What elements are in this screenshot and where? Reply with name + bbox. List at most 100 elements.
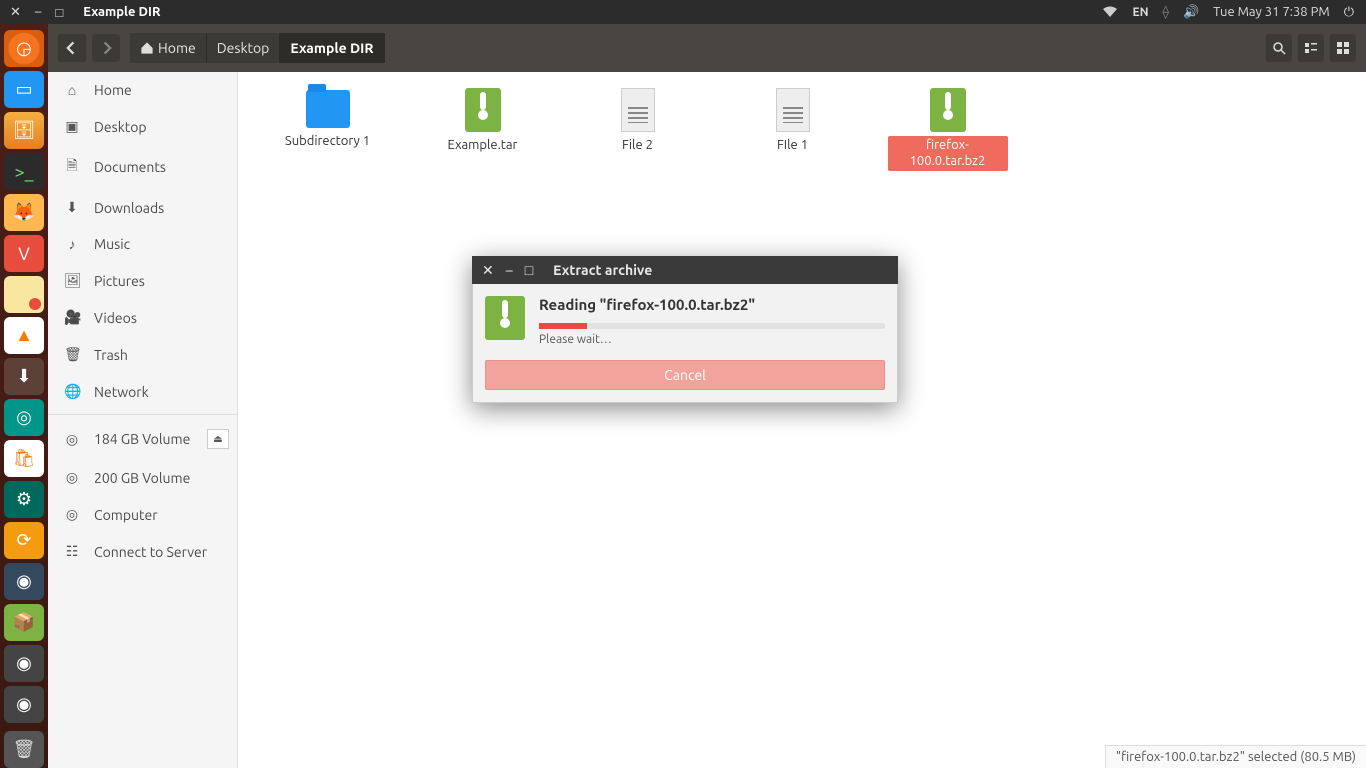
sidebar-item-label: Downloads <box>94 200 164 216</box>
launcher-terminal-icon[interactable]: >_ <box>4 153 44 190</box>
home-icon <box>140 41 154 55</box>
sidebar-item-music[interactable]: ♪Music <box>48 226 237 262</box>
text-file-icon <box>621 88 655 132</box>
network-icon: 🌐 <box>64 383 80 400</box>
launcher-media-icon[interactable]: ◉ <box>4 563 44 600</box>
list-view-button[interactable] <box>1298 34 1324 62</box>
sidebar: ⌂ Home ▣Desktop 🗎 Documents ⬇ Downloads ♪Mu… <box>48 72 238 768</box>
minimize-icon[interactable]: – <box>35 5 41 20</box>
videos-icon: 🎥 <box>64 309 80 326</box>
breadcrumb-current-label: Example DIR <box>290 40 373 56</box>
file-label: firefox-100.0.tar.bz2 <box>888 136 1008 171</box>
dialog-minimize-icon[interactable]: – <box>506 262 513 278</box>
breadcrumb-desktop-label: Desktop <box>217 40 270 56</box>
breadcrumb: Home Desktop Example DIR <box>130 33 385 63</box>
disk-icon: ◎ <box>64 431 80 448</box>
dialog-title: Extract archive <box>553 262 652 278</box>
power-icon[interactable]: ⏻ <box>1344 5 1354 20</box>
sidebar-item-label: 184 GB Volume <box>94 431 190 447</box>
file-content-area[interactable]: Subdirectory 1 Example.tar File 2 FIle 1… <box>238 72 1366 768</box>
launcher-files-icon[interactable]: 🗄 <box>4 112 44 149</box>
sidebar-item-label: Documents <box>94 159 166 175</box>
folder-icon <box>306 90 350 128</box>
launcher-shutter-icon[interactable]: ◎ <box>4 399 44 436</box>
sidebar-item-network[interactable]: 🌐Network <box>48 373 237 410</box>
launcher-software-icon[interactable]: 🛍 <box>4 440 44 477</box>
sound-icon[interactable]: 🔊 <box>1183 5 1199 20</box>
dialog-wait-text: Please wait… <box>539 333 885 346</box>
documents-icon: 🗎 <box>64 155 80 179</box>
launcher-archive-icon[interactable]: 📦 <box>4 604 44 641</box>
launcher-trash-icon[interactable]: 🗑 <box>4 731 44 768</box>
file-item-text[interactable]: FIle 1 <box>715 84 870 175</box>
launcher-firefox-icon[interactable]: 🦊 <box>4 194 44 231</box>
file-label: FIle 1 <box>773 136 812 156</box>
dialog-close-icon[interactable]: ✕ <box>482 262 494 279</box>
text-file-icon <box>776 88 810 132</box>
sidebar-item-downloads[interactable]: ⬇ Downloads <box>48 189 237 226</box>
launcher-vlc-icon[interactable]: ▲ <box>4 317 44 354</box>
launcher-download-icon[interactable]: ⬇ <box>4 358 44 395</box>
sidebar-item-desktop[interactable]: ▣Desktop <box>48 108 237 145</box>
archive-icon <box>930 88 966 132</box>
launcher-disk2-icon[interactable]: ◉ <box>4 686 44 723</box>
file-item-text[interactable]: File 2 <box>560 84 715 175</box>
computer-icon: ◎ <box>64 506 80 523</box>
file-item-archive-selected[interactable]: firefox-100.0.tar.bz2 <box>870 84 1025 175</box>
maximize-icon[interactable]: □ <box>55 5 63 20</box>
window-title: Example DIR <box>83 5 160 19</box>
back-button[interactable] <box>58 34 86 62</box>
breadcrumb-home-label: Home <box>158 40 196 56</box>
sidebar-item-computer[interactable]: ◎ Computer <box>48 496 237 533</box>
forward-button[interactable] <box>92 34 120 62</box>
bluetooth-icon[interactable]: ⟠ <box>1163 5 1169 20</box>
launcher-notes-icon[interactable] <box>4 276 44 313</box>
wifi-icon[interactable] <box>1102 6 1118 18</box>
launcher-settings-icon[interactable]: ⚙ <box>4 481 44 518</box>
file-item-archive[interactable]: Example.tar <box>405 84 560 175</box>
launcher-vivaldi-icon[interactable]: V <box>4 235 44 272</box>
sidebar-item-volume-200[interactable]: ◎200 GB Volume <box>48 459 237 496</box>
sidebar-separator <box>48 414 237 415</box>
launcher-disk1-icon[interactable]: ◉ <box>4 645 44 682</box>
file-item-folder[interactable]: Subdirectory 1 <box>250 84 405 175</box>
launcher-ubuntu-icon[interactable]: ◶ <box>4 30 44 67</box>
sidebar-item-documents[interactable]: 🗎 Documents <box>48 145 237 189</box>
sidebar-item-pictures[interactable]: 🖼Pictures <box>48 262 237 299</box>
clock[interactable]: Tue May 31 7:38 PM <box>1213 5 1330 19</box>
dialog-heading: Reading "firefox-100.0.tar.bz2" <box>539 296 885 313</box>
breadcrumb-current[interactable]: Example DIR <box>280 33 384 63</box>
extract-dialog: ✕ – □ Extract archive Reading "firefox-1… <box>472 256 898 403</box>
sidebar-item-label: Computer <box>94 507 158 523</box>
sidebar-item-volume-184[interactable]: ◎ 184 GB Volume ⏏ <box>48 419 237 459</box>
status-bar: "firefox-100.0.tar.bz2" selected (80.5 M… <box>1105 745 1366 768</box>
sidebar-item-connect-server[interactable]: ☷Connect to Server <box>48 533 237 570</box>
sidebar-item-home[interactable]: ⌂ Home <box>48 72 237 108</box>
sidebar-item-label: Trash <box>94 347 128 363</box>
sidebar-item-label: Home <box>94 82 132 98</box>
home-icon: ⌂ <box>64 82 80 98</box>
sidebar-item-label: Music <box>94 236 130 252</box>
grid-view-button[interactable] <box>1330 34 1356 62</box>
server-icon: ☷ <box>64 543 80 560</box>
sidebar-item-videos[interactable]: 🎥 Videos <box>48 299 237 336</box>
status-text: "firefox-100.0.tar.bz2" selected (80.5 M… <box>1116 750 1356 764</box>
breadcrumb-desktop[interactable]: Desktop <box>207 33 281 63</box>
file-label: Subdirectory 1 <box>281 132 374 152</box>
progress-bar <box>539 323 885 329</box>
sidebar-item-label: 200 GB Volume <box>94 470 190 486</box>
sidebar-item-label: Videos <box>94 310 137 326</box>
sidebar-item-trash[interactable]: 🗑Trash <box>48 336 237 373</box>
downloads-icon: ⬇ <box>64 199 80 216</box>
breadcrumb-home[interactable]: Home <box>130 33 207 63</box>
search-button[interactable] <box>1266 34 1292 62</box>
dialog-maximize-icon[interactable]: □ <box>525 262 533 278</box>
eject-button[interactable]: ⏏ <box>207 429 229 449</box>
launcher-app-icon[interactable]: ▭ <box>4 71 44 108</box>
cancel-button[interactable]: Cancel <box>485 360 885 390</box>
archive-icon <box>465 88 501 132</box>
keyboard-language[interactable]: EN <box>1132 6 1148 19</box>
launcher-sync-icon[interactable]: ⟳ <box>4 522 44 559</box>
desktop-icon: ▣ <box>64 118 80 135</box>
close-icon[interactable]: ✕ <box>10 5 21 20</box>
